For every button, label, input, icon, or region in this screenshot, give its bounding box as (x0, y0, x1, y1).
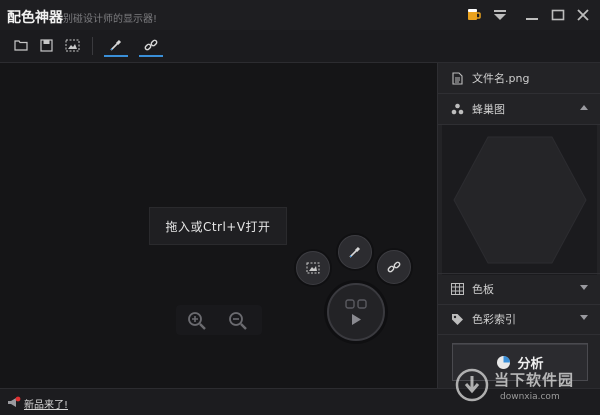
grid-icon (450, 282, 464, 296)
watermark: 当下软件园 downxia.com (455, 366, 595, 410)
loop-icon (345, 299, 367, 309)
watermark-name: 当下软件园 (494, 371, 575, 389)
expand-arrow-icon[interactable] (580, 285, 588, 290)
play-icon (352, 314, 361, 325)
close-icon[interactable] (574, 6, 592, 24)
download-logo-icon (455, 368, 489, 402)
drop-hint: 拖入或Ctrl+V打开 (149, 207, 287, 245)
watermark-url: downxia.com (500, 392, 560, 402)
link-icon[interactable] (142, 36, 160, 54)
palette-header[interactable]: 色板 (438, 273, 600, 305)
app-title: 配色神器 (7, 10, 63, 26)
open-folder-icon[interactable] (12, 36, 30, 54)
app-subtitle: 别碰设计师的显示器! (63, 14, 158, 25)
collapse-arrow-icon[interactable] (580, 105, 588, 110)
megaphone-icon (8, 396, 21, 407)
title-bar: 配色神器 别碰设计师的显示器! (0, 0, 600, 30)
honeycomb-label: 蜂巢图 (472, 103, 505, 116)
news-link[interactable]: 新品来了! (24, 396, 68, 411)
save-icon[interactable] (37, 36, 55, 54)
honeycomb-header[interactable]: 蜂巢图 (438, 94, 600, 125)
image-canvas[interactable]: 拖入或Ctrl+V打开 (0, 63, 437, 388)
play-button[interactable] (327, 283, 385, 341)
file-icon (450, 71, 464, 85)
screenshot-icon[interactable] (63, 36, 81, 54)
tag-icon (450, 312, 464, 326)
zoom-controls (176, 305, 262, 335)
hexagon-shape (453, 136, 587, 264)
side-panel: 文件名.png 蜂巢图 色板 色彩索引 分析 (437, 63, 600, 388)
eyedropper-active-indicator (104, 55, 128, 57)
eyedropper-icon[interactable] (107, 36, 125, 54)
screenshot-tool-icon[interactable] (296, 251, 330, 285)
eyedropper-tool-icon[interactable] (338, 235, 372, 269)
color-index-header[interactable]: 色彩索引 (438, 304, 600, 335)
honeycomb-view[interactable] (442, 125, 597, 275)
minimize-icon[interactable] (523, 6, 541, 24)
honeycomb-icon (450, 102, 464, 116)
expand-arrow-icon[interactable] (580, 315, 588, 320)
zoom-out-icon[interactable] (228, 311, 248, 331)
maximize-icon[interactable] (549, 6, 567, 24)
palette-label: 色板 (472, 283, 494, 296)
file-name: 文件名.png (472, 72, 530, 85)
toolbar (0, 30, 600, 63)
beer-icon[interactable] (467, 8, 481, 21)
link-active-indicator (139, 55, 163, 57)
link-tool-icon[interactable] (377, 250, 411, 284)
file-name-row: 文件名.png (438, 63, 600, 94)
toolbar-separator (92, 37, 93, 55)
menu-dropdown-icon[interactable] (491, 6, 509, 24)
color-index-label: 色彩索引 (472, 313, 516, 326)
zoom-in-icon[interactable] (187, 311, 207, 331)
